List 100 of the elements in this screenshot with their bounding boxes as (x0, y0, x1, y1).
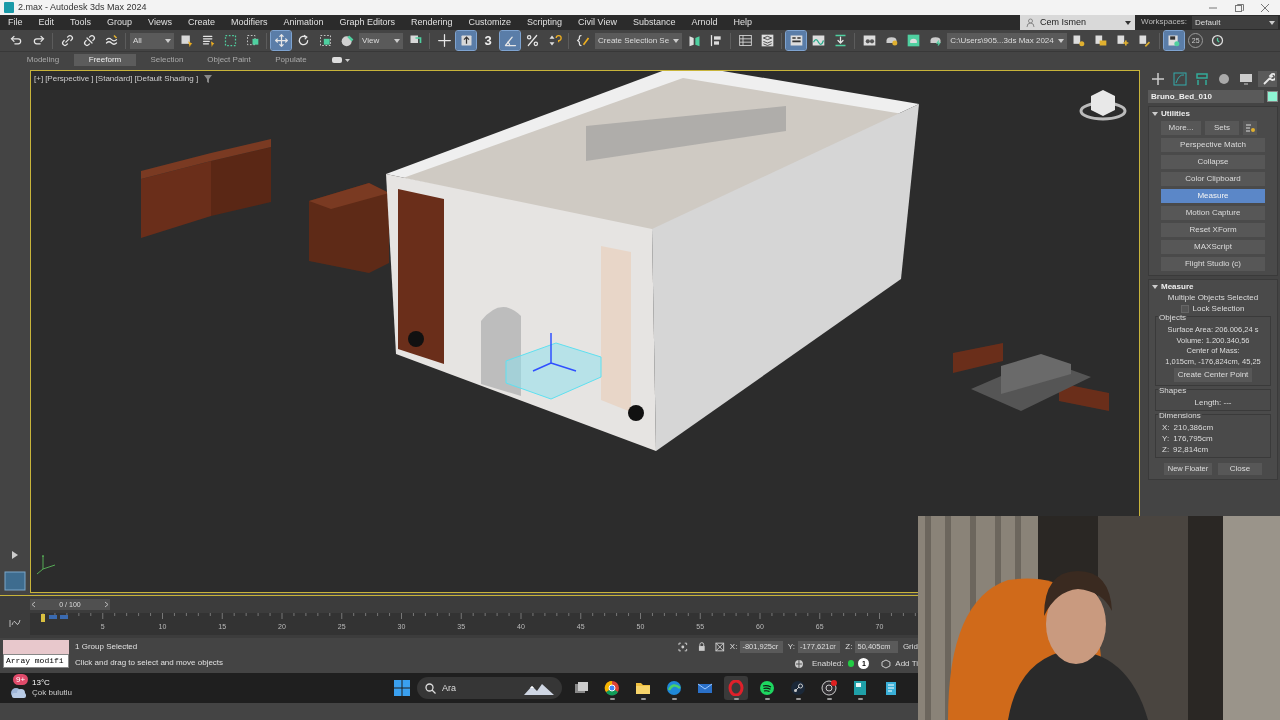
app-icon (4, 2, 14, 13)
temperature-text: 13°C (32, 679, 51, 687)
create-center-point-button[interactable]: Create Center Point (1173, 368, 1253, 382)
caret-icon (165, 38, 171, 43)
utility-button[interactable]: Flight Studio (c) (1161, 257, 1265, 271)
group-title: Objects (1158, 314, 1188, 322)
menu-item[interactable]: Help (733, 18, 752, 27)
restore-icon[interactable] (1234, 2, 1244, 13)
listener-field[interactable] (3, 640, 69, 654)
isolate-icon[interactable] (678, 641, 688, 652)
menu-item[interactable]: Arnold (691, 18, 718, 27)
measurement-text: Length: --- (1194, 399, 1232, 407)
ribbon-tab[interactable]: Modeling (12, 54, 74, 66)
group-title: Shapes (1158, 387, 1188, 395)
cube-icon[interactable] (881, 658, 892, 669)
object-name-field[interactable]: Bruno_Bed_010 (1148, 90, 1264, 103)
search-field[interactable]: Ara (417, 677, 562, 699)
collapse-icon[interactable] (1152, 285, 1158, 289)
menu-item[interactable]: Animation (283, 18, 324, 27)
checkbox[interactable] (1181, 305, 1190, 313)
ribbon-tab[interactable]: Object Paint (198, 54, 260, 66)
mountain-icon (524, 681, 554, 695)
menu-item[interactable]: Customize (468, 18, 512, 27)
menu-item[interactable]: Modifiers (230, 18, 268, 27)
caret-icon (673, 38, 680, 43)
menu-item[interactable]: Substance (632, 18, 676, 27)
dropdown[interactable]: All (130, 32, 174, 49)
add-time-tag-label[interactable]: Add Ti (895, 659, 918, 668)
menu-item[interactable]: Group (107, 18, 133, 27)
snap-button[interactable]: 3 (478, 31, 498, 50)
caret-icon (394, 38, 400, 43)
menu-item[interactable]: Views (148, 18, 172, 27)
menu-item[interactable]: File (8, 18, 23, 27)
caret-icon (1125, 20, 1131, 25)
rollout-title[interactable]: Measure (1161, 283, 1194, 291)
coordinate-mode-icon[interactable] (715, 641, 725, 652)
color-swatch[interactable] (1267, 91, 1278, 102)
close-button[interactable]: Close (1218, 463, 1262, 475)
filter-icon[interactable] (204, 75, 213, 83)
viewport-label[interactable]: [Standard] (95, 75, 133, 83)
ribbon-tab[interactable]: Populate (260, 54, 322, 66)
menu-item[interactable]: Rendering (411, 18, 453, 27)
group-title: Dimensions (1158, 412, 1202, 420)
view-cube-icon[interactable] (1079, 90, 1127, 121)
notification-badge: 9+ (13, 674, 28, 685)
dropdown[interactable]: Create Selection Se (595, 32, 683, 49)
axis-label: Y: (787, 642, 795, 651)
measurement-text: 92,814cm (1173, 446, 1209, 454)
script-input-field[interactable]: Array modifi (3, 654, 69, 668)
axis-label: X: (1162, 424, 1170, 432)
user-account-button[interactable]: Cem Ismen (1020, 15, 1135, 30)
expand-icon[interactable] (11, 551, 19, 559)
utility-button[interactable]: Reset XForm (1161, 223, 1265, 237)
user-icon (1026, 18, 1035, 27)
start-icon[interactable] (394, 680, 410, 696)
utility-button[interactable]: Color Clipboard (1161, 172, 1265, 186)
workspaces-label: Workspaces: (1141, 18, 1188, 26)
sets-button[interactable]: Sets (1205, 121, 1239, 135)
more-button[interactable]: More... (1161, 121, 1201, 135)
toggle-icon[interactable] (332, 56, 350, 64)
axis-label: Y: (1162, 435, 1170, 443)
ribbon-tab[interactable]: Selection (136, 54, 198, 66)
measurement-text: 176,795cm (1173, 435, 1213, 443)
dropdown[interactable]: C:\Users\905...3ds Max 2024 (947, 32, 1067, 49)
lock-icon[interactable] (696, 641, 707, 652)
selection-status: 1 Group Selected (75, 643, 139, 651)
axis-label: Z: (1162, 446, 1170, 454)
status-text: Multiple Objects Selected (1167, 294, 1259, 302)
viewport[interactable]: [+] [Perspective ] [Standard] [Default Shading ] (30, 70, 1140, 593)
globe-icon[interactable] (794, 658, 804, 669)
viewport-label[interactable]: [Perspective ] (45, 75, 94, 83)
collapse-icon[interactable] (1152, 112, 1158, 116)
utility-button[interactable]: Collapse (1161, 155, 1265, 169)
utility-button[interactable]: Perspective Match (1161, 138, 1265, 152)
curve-icon[interactable] (9, 619, 21, 628)
caret-icon (1269, 20, 1275, 25)
caret-icon (1057, 38, 1064, 43)
utility-button[interactable]: MAXScript (1161, 240, 1265, 254)
axis-label: Z: (845, 642, 853, 651)
utility-button[interactable]: Motion Capture (1161, 206, 1265, 220)
enabled-label: Enabled: (811, 659, 844, 668)
close-icon[interactable] (1260, 2, 1270, 13)
checkbox-label[interactable]: Lock Selection (1192, 305, 1245, 313)
workspaces-dropdown[interactable]: Default (1192, 16, 1278, 29)
menu-item[interactable]: Graph Editors (339, 18, 395, 27)
menu-item[interactable]: Tools (70, 18, 92, 27)
measurement-text: 210,386cm (1173, 424, 1214, 432)
axis-tripod-icon (36, 554, 56, 575)
viewport-label[interactable]: [Default Shading ] (134, 75, 199, 83)
prompt-text: Click and drag to select and move objects (75, 659, 224, 667)
menu-item[interactable]: Scripting (527, 18, 563, 27)
viewport-label[interactable]: [+] (34, 75, 44, 83)
rollout-title[interactable]: Utilities (1161, 110, 1190, 118)
utility-button[interactable]: Measure (1161, 189, 1265, 203)
window-title: 2.max - Autodesk 3ds Max 2024 (18, 3, 147, 12)
menu-item[interactable]: Create (187, 18, 215, 27)
menu-item[interactable]: Edit (38, 18, 55, 27)
menu-item[interactable]: Civil View (578, 18, 617, 27)
ribbon-tab[interactable]: Freeform (74, 54, 136, 66)
dropdown[interactable]: View (359, 32, 403, 49)
